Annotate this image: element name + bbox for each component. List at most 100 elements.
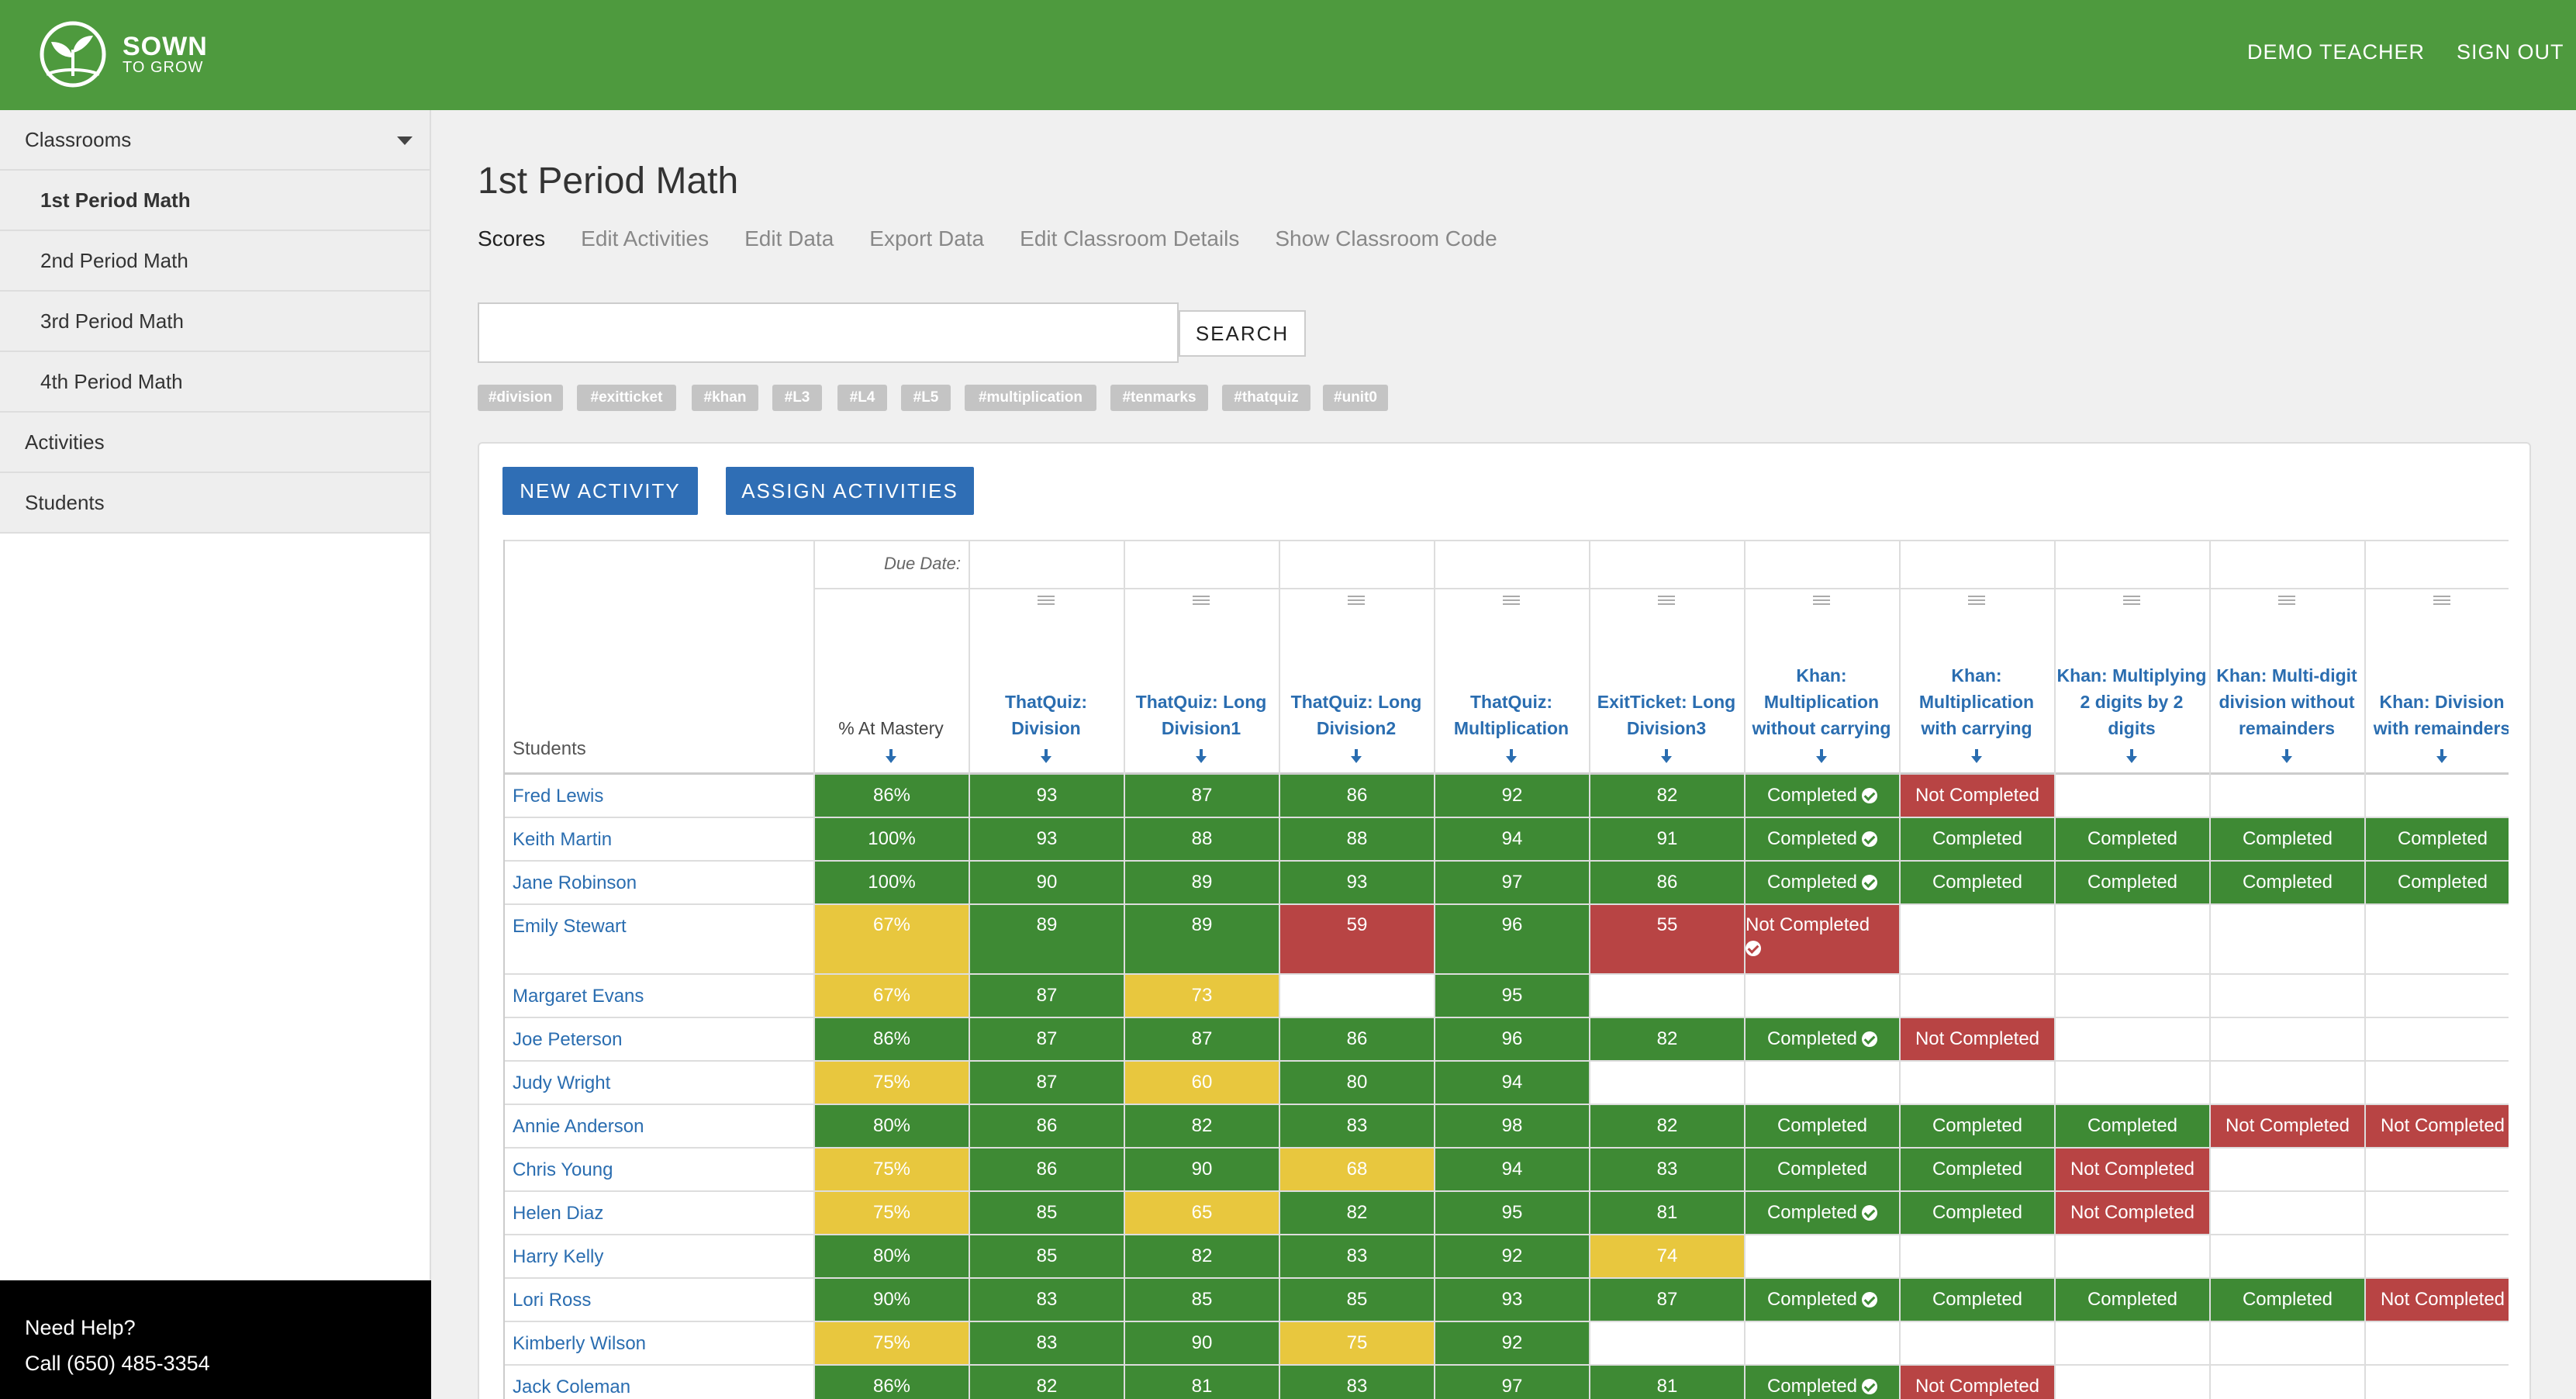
student-name-link[interactable]: Annie Anderson [513, 1116, 644, 1138]
score-cell[interactable]: Completed [1746, 818, 1899, 860]
score-cell[interactable]: Completed [1746, 1279, 1899, 1321]
tag-tenmarks[interactable]: #tenmarks [1110, 385, 1208, 411]
score-cell[interactable]: Completed [1746, 862, 1899, 903]
student-name-link[interactable]: Jane Robinson [513, 872, 637, 894]
user-menu-link[interactable]: DEMO TEACHER [2247, 40, 2425, 64]
score-cell[interactable]: 81 [1125, 1366, 1279, 1399]
score-cell[interactable]: Completed [1746, 1149, 1899, 1190]
score-cell[interactable]: Not Completed [2056, 1192, 2209, 1234]
student-name-link[interactable]: Lori Ross [513, 1290, 591, 1311]
score-cell[interactable]: 98 [1435, 1105, 1589, 1147]
tag-l5[interactable]: #L5 [901, 385, 951, 411]
score-cell[interactable]: 91 [1590, 818, 1744, 860]
score-cell[interactable]: 87 [1125, 775, 1279, 817]
score-cell[interactable]: 95 [1435, 975, 1589, 1017]
tag-multiplication[interactable]: #multiplication [965, 385, 1096, 411]
score-cell[interactable] [2211, 1322, 2364, 1364]
student-name-link[interactable]: Chris Young [513, 1159, 613, 1181]
sort-down-arrow-icon[interactable] [1196, 749, 1207, 763]
score-cell[interactable]: 73 [1125, 975, 1279, 1017]
score-cell[interactable]: Not Completed [1746, 905, 1899, 973]
sort-down-arrow-icon[interactable] [886, 749, 896, 763]
score-cell[interactable] [2366, 1018, 2509, 1060]
tag-l3[interactable]: #L3 [772, 385, 822, 411]
activity-column-header[interactable]: ThatQuiz: Division [969, 625, 1124, 741]
score-cell[interactable]: 89 [1125, 862, 1279, 903]
score-cell[interactable] [2211, 1235, 2364, 1277]
score-cell[interactable] [1590, 1322, 1744, 1364]
activity-column-header[interactable]: Khan: Multiplying 2 digits by 2 digits [2054, 625, 2209, 741]
tag-unit0[interactable]: #unit0 [1323, 385, 1388, 411]
score-cell[interactable] [2366, 905, 2509, 973]
tab-edit-activities[interactable]: Edit Activities [581, 226, 709, 251]
score-cell[interactable]: 90 [970, 862, 1124, 903]
score-cell[interactable]: 59 [1280, 905, 1434, 973]
student-name-link[interactable]: Harry Kelly [513, 1246, 603, 1268]
score-cell[interactable]: Completed [2056, 862, 2209, 903]
score-cell[interactable]: Completed [2366, 818, 2509, 860]
student-name-link[interactable]: Margaret Evans [513, 986, 644, 1007]
score-cell[interactable]: 88 [1280, 818, 1434, 860]
score-cell[interactable]: Completed [2211, 818, 2364, 860]
score-cell[interactable] [2056, 1235, 2209, 1277]
score-cell[interactable] [2211, 1018, 2364, 1060]
score-cell[interactable]: 87 [1125, 1018, 1279, 1060]
score-cell[interactable]: 82 [1590, 1018, 1744, 1060]
tag-thatquiz[interactable]: #thatquiz [1222, 385, 1310, 411]
score-cell[interactable] [2366, 1149, 2509, 1190]
score-cell[interactable]: 60 [1125, 1062, 1279, 1104]
score-cell[interactable]: 97 [1435, 1366, 1589, 1399]
activity-column-header[interactable]: ThatQuiz: Multiplication [1434, 625, 1589, 741]
score-cell[interactable] [2211, 1062, 2364, 1104]
score-cell[interactable]: Not Completed [2056, 1149, 2209, 1190]
score-cell[interactable] [1746, 1235, 1899, 1277]
score-cell[interactable]: Not Completed [1901, 1366, 2054, 1399]
score-cell[interactable]: Completed [2056, 818, 2209, 860]
score-cell[interactable]: 83 [1590, 1149, 1744, 1190]
search-input[interactable] [478, 302, 1179, 363]
score-cell[interactable]: 88 [1125, 818, 1279, 860]
tab-edit-data[interactable]: Edit Data [744, 226, 834, 251]
sort-down-arrow-icon[interactable] [1661, 749, 1672, 763]
score-cell[interactable]: 92 [1435, 1322, 1589, 1364]
score-cell[interactable]: Not Completed [1901, 775, 2054, 817]
score-cell[interactable] [1746, 975, 1899, 1017]
score-cell[interactable]: 94 [1435, 818, 1589, 860]
tag-division[interactable]: #division [478, 385, 563, 411]
score-cell[interactable] [1901, 1235, 2054, 1277]
score-cell[interactable]: Completed [1901, 1192, 2054, 1234]
score-cell[interactable]: 81 [1590, 1192, 1744, 1234]
sidebar-item-classrooms[interactable]: Classrooms [0, 110, 430, 171]
score-cell[interactable]: Not Completed [1901, 1018, 2054, 1060]
score-cell[interactable]: 81 [1590, 1366, 1744, 1399]
score-cell[interactable]: 82 [1125, 1105, 1279, 1147]
score-cell[interactable]: 85 [970, 1192, 1124, 1234]
score-cell[interactable]: Completed [2056, 1279, 2209, 1321]
score-cell[interactable]: 86 [970, 1149, 1124, 1190]
brand-name[interactable]: SOWN TO GROW [123, 33, 208, 76]
score-cell[interactable]: Completed [1901, 862, 2054, 903]
score-cell[interactable]: Completed [2211, 1279, 2364, 1321]
score-cell[interactable] [1901, 905, 2054, 973]
score-cell[interactable] [1280, 975, 1434, 1017]
sidebar-item-3rd-period-math[interactable]: 3rd Period Math [0, 292, 430, 352]
score-cell[interactable]: 74 [1590, 1235, 1744, 1277]
sidebar-item-2nd-period-math[interactable]: 2nd Period Math [0, 231, 430, 292]
score-cell[interactable]: Not Completed [2366, 1279, 2509, 1321]
score-cell[interactable]: 92 [1435, 1235, 1589, 1277]
score-cell[interactable]: Completed [1746, 1018, 1899, 1060]
score-cell[interactable] [2211, 975, 2364, 1017]
student-name-link[interactable]: Kimberly Wilson [513, 1333, 646, 1355]
assign-activities-button[interactable]: ASSIGN ACTIVITIES [726, 467, 974, 515]
score-cell[interactable] [2366, 1322, 2509, 1364]
score-cell[interactable]: 93 [1435, 1279, 1589, 1321]
score-cell[interactable]: Not Completed [2366, 1105, 2509, 1147]
score-cell[interactable]: 93 [1280, 862, 1434, 903]
activity-column-header[interactable]: ThatQuiz: Long Division2 [1279, 625, 1434, 741]
score-cell[interactable]: 86 [1590, 862, 1744, 903]
activity-column-header[interactable]: Khan: Multiplication without carrying [1744, 625, 1899, 741]
student-name-link[interactable]: Jack Coleman [513, 1377, 630, 1398]
sort-down-arrow-icon[interactable] [1351, 749, 1362, 763]
score-cell[interactable]: 68 [1280, 1149, 1434, 1190]
sort-down-arrow-icon[interactable] [2126, 749, 2137, 763]
